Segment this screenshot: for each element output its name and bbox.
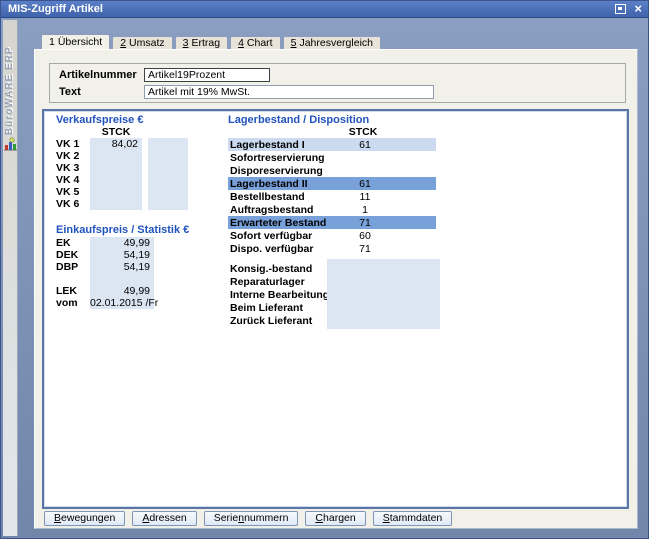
tab-label: Jahresvergleich xyxy=(299,37,373,49)
brand-text: BüroWARE ERP xyxy=(4,23,17,135)
vk-value-2 xyxy=(148,150,188,162)
close-icon[interactable]: × xyxy=(634,4,642,14)
lagerbestand-header: Lagerbestand / Disposition xyxy=(228,114,369,126)
tab-accelerator: 5 xyxy=(291,37,297,49)
lagerbestand-table: Lagerbestand I 61 Sofortreservierung Dis… xyxy=(228,138,436,255)
lager-stck-column-header: STCK xyxy=(332,126,394,138)
stammdaten-button[interactable]: Stammdaten xyxy=(373,511,453,526)
chart-icon[interactable] xyxy=(3,137,18,152)
ek-value: 49,99 xyxy=(90,285,154,297)
tab-umsatz[interactable]: 2Umsatz xyxy=(112,36,172,49)
ek-value xyxy=(90,273,154,285)
tab-page-uebersicht: Artikelnummer Text Verkaufspreise € STCK… xyxy=(34,49,638,529)
table-row: VK 3 xyxy=(56,162,188,174)
overview-panel: Verkaufspreise € STCK VK 1 84,02 VK 2 VK xyxy=(42,109,629,509)
vk-value-2 xyxy=(148,174,188,186)
tab-bar: 1Übersicht 2Umsatz 3Ertrag 4Chart 5Jahre… xyxy=(41,34,381,49)
tab-accelerator: 2 xyxy=(120,37,126,49)
bewegungen-button[interactable]: Bewegungen xyxy=(44,511,125,526)
table-row: VK 6 xyxy=(56,198,188,210)
lager-value: 1 xyxy=(330,204,400,216)
vk-value-2 xyxy=(148,198,188,210)
einkaufspreis-table: EK 49,99 DEK 54,19 DBP 54,19 xyxy=(56,237,154,309)
lager-extra-value-box xyxy=(327,259,440,329)
adressen-button[interactable]: Adressen xyxy=(132,511,196,526)
table-row: EK 49,99 xyxy=(56,237,154,249)
artikelnummer-input[interactable] xyxy=(144,68,270,82)
table-row: VK 5 xyxy=(56,186,188,198)
vk-value-2 xyxy=(148,186,188,198)
tab-accelerator: 3 xyxy=(183,37,189,49)
seriennummern-button[interactable]: Seriennummern xyxy=(204,511,299,526)
restore-icon[interactable] xyxy=(615,4,626,14)
table-row: Sofort verfügbar 60 xyxy=(228,229,436,242)
lager-value: 60 xyxy=(330,230,400,242)
tab-chart[interactable]: 4Chart xyxy=(230,36,281,49)
vk-stck-column-header: STCK xyxy=(90,126,142,138)
table-row: VK 4 xyxy=(56,174,188,186)
table-row: Bestellbestand 11 xyxy=(228,190,436,203)
einkaufspreis-header: Einkaufspreis / Statistik € xyxy=(56,224,189,236)
table-row: Sofortreservierung xyxy=(228,151,436,164)
ek-date-value: 02.01.2015 /Fr xyxy=(90,297,154,309)
table-row: Dispo. verfügbar 71 xyxy=(228,242,436,255)
tab-label: Übersicht xyxy=(58,36,102,48)
lager-value: 71 xyxy=(330,243,400,255)
window-body: BüroWARE ERP 1Übersicht 2Umsatz 3Ertrag … xyxy=(1,18,648,538)
lager-value: 61 xyxy=(330,139,400,151)
chargen-button[interactable]: Chargen xyxy=(305,511,365,526)
tab-label: Umsatz xyxy=(129,37,165,49)
text-input[interactable] xyxy=(144,85,434,99)
lager-value: 61 xyxy=(330,178,400,190)
table-row: Erwarteter Bestand 71 xyxy=(228,216,436,229)
table-row: Disporeservierung xyxy=(228,164,436,177)
tab-label: Ertrag xyxy=(191,37,220,49)
app-window: MIS-Zugriff Artikel × BüroWARE ERP 1Über… xyxy=(0,0,649,539)
vk-value-2 xyxy=(148,138,188,150)
bottom-button-bar: Bewegungen Adressen Seriennummern Charge… xyxy=(44,511,452,526)
table-row: DEK 54,19 xyxy=(56,249,154,261)
table-row: Lagerbestand I 61 xyxy=(228,138,436,151)
tab-accelerator: 4 xyxy=(238,37,244,49)
vk-value xyxy=(90,174,142,186)
brand-strip: BüroWARE ERP xyxy=(3,20,18,536)
ek-value: 49,99 xyxy=(90,237,154,249)
window-title: MIS-Zugriff Artikel xyxy=(8,3,103,15)
vk-value: 84,02 xyxy=(90,138,142,150)
table-row: VK 1 84,02 xyxy=(56,138,188,150)
lager-value: 71 xyxy=(330,217,400,229)
article-header-box: Artikelnummer Text xyxy=(49,63,626,103)
vk-value xyxy=(90,186,142,198)
verkaufspreise-header: Verkaufspreise € xyxy=(56,114,143,126)
table-row: VK 2 xyxy=(56,150,188,162)
vk-value-2 xyxy=(148,162,188,174)
ek-value: 54,19 xyxy=(90,249,154,261)
table-row: Lagerbestand II 61 xyxy=(228,177,436,190)
vk-value xyxy=(90,162,142,174)
artikelnummer-label: Artikelnummer xyxy=(50,69,144,81)
table-row: LEK 49,99 xyxy=(56,285,154,297)
verkaufspreise-table: VK 1 84,02 VK 2 VK 3 xyxy=(56,138,188,210)
tab-jahresvergleich[interactable]: 5Jahresvergleich xyxy=(283,36,381,49)
table-row xyxy=(56,273,154,285)
tab-ertrag[interactable]: 3Ertrag xyxy=(175,36,228,49)
table-row: DBP 54,19 xyxy=(56,261,154,273)
text-label: Text xyxy=(50,86,144,98)
window-controls: × xyxy=(615,4,642,14)
vk-value xyxy=(90,150,142,162)
lager-value: 11 xyxy=(330,191,400,203)
table-row: vom 02.01.2015 /Fr xyxy=(56,297,154,309)
tab-label: Chart xyxy=(247,37,273,49)
title-bar: MIS-Zugriff Artikel × xyxy=(1,1,648,18)
table-row: Auftragsbestand 1 xyxy=(228,203,436,216)
vk-value xyxy=(90,198,142,210)
ek-value: 54,19 xyxy=(90,261,154,273)
tab-uebersicht[interactable]: 1Übersicht xyxy=(41,34,110,49)
tab-accelerator: 1 xyxy=(49,36,55,48)
